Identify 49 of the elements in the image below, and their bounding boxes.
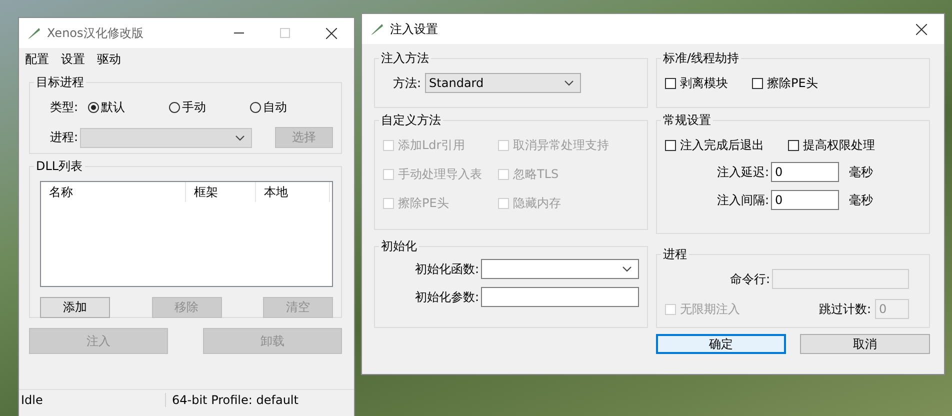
field-label: 进程: — [50, 129, 78, 146]
group-title: 目标进程 — [35, 74, 85, 91]
checkbox[interactable]: 剥离模块 — [665, 75, 728, 92]
group-title: DLL列表 — [35, 158, 84, 175]
checkbox[interactable]: 擦除PE头 — [752, 75, 818, 92]
unit-label: 毫秒 — [849, 164, 874, 180]
unit-label: 毫秒 — [849, 192, 874, 208]
input-field[interactable]: 0 — [771, 162, 840, 182]
chevron-down-icon — [622, 266, 632, 272]
group-title: 标准/线程劫持 — [662, 50, 740, 67]
menu-item[interactable]: 驱动 — [97, 50, 121, 68]
field-label: 方法: — [393, 74, 422, 92]
field-label: 注入延迟: — [717, 164, 770, 180]
status-text: Idle — [19, 393, 166, 407]
group-title: 进程 — [662, 246, 688, 263]
group-title: 初始化 — [380, 238, 418, 255]
input-field[interactable]: 0 — [771, 190, 840, 210]
field-label: 类型: — [50, 98, 78, 116]
feather-icon[interactable] — [27, 26, 41, 40]
column-header[interactable]: 框架 — [186, 182, 256, 202]
checkbox[interactable]: 注入完成后退出 — [665, 137, 764, 154]
field-label: 注入间隔: — [717, 192, 770, 208]
field-label: 初始化参数: — [414, 288, 479, 306]
column-header[interactable]: 名称 — [41, 182, 186, 202]
status-text: 64-bit Profile: default — [171, 393, 298, 407]
window-title: 注入设置 — [390, 20, 438, 38]
radio-button[interactable]: 自动 — [250, 98, 288, 116]
menu-item[interactable]: 配置 — [25, 50, 49, 68]
chevron-down-icon — [235, 134, 246, 140]
input-field[interactable] — [481, 287, 639, 307]
radio-button[interactable]: 手动 — [169, 98, 206, 116]
feather-icon[interactable] — [370, 22, 384, 36]
field-label: 跳过计数: — [818, 300, 871, 318]
chevron-down-icon — [564, 80, 574, 86]
button[interactable]: 取消 — [800, 334, 930, 354]
checkbox[interactable]: 提高权限处理 — [788, 137, 875, 154]
field-label: 初始化函数: — [414, 260, 479, 278]
radio-button[interactable]: 默认 — [88, 98, 126, 116]
group-title: 自定义方法 — [380, 112, 442, 129]
window-title: Xenos汉化修改版 — [47, 24, 144, 42]
group-title: 注入方法 — [380, 50, 430, 67]
field-label: 命令行: — [730, 270, 770, 288]
group-title: 常规设置 — [662, 112, 712, 129]
button[interactable]: 添加 — [40, 297, 110, 318]
menu-item[interactable]: 设置 — [61, 50, 85, 68]
method-dropdown[interactable]: Standard — [425, 73, 582, 93]
column-header[interactable]: 本地 — [256, 182, 330, 202]
button[interactable]: 确定 — [656, 334, 786, 354]
function-dropdown[interactable] — [481, 259, 639, 279]
